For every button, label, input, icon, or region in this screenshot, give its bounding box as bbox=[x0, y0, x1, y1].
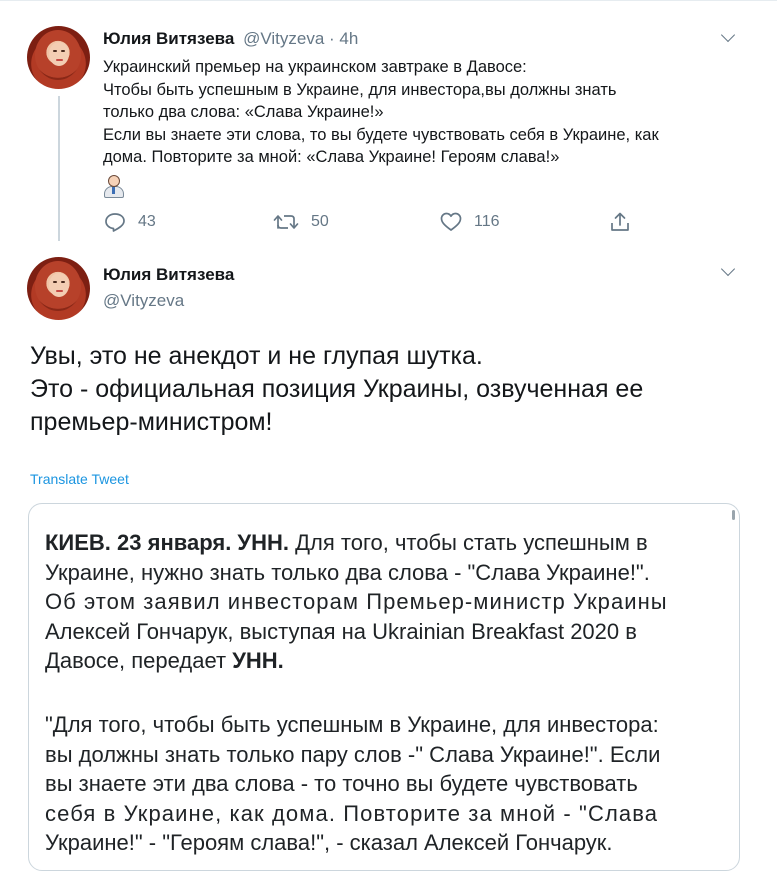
like-count: 116 bbox=[474, 213, 500, 230]
article-line: КИЕВ. 23 января. УНН. Для того, чтобы ст… bbox=[45, 528, 723, 558]
thread-connector bbox=[58, 96, 60, 241]
article-line: вы должны знать только пару слов -" Слав… bbox=[45, 741, 661, 767]
article-line: "Для того, чтобы быть успешным в Украине… bbox=[45, 712, 659, 737]
article-dateline: КИЕВ. 23 января. УНН. bbox=[45, 530, 289, 555]
reply-count: 43 bbox=[138, 213, 156, 230]
tweet2-author-name[interactable]: Юлия Витязева bbox=[103, 265, 234, 285]
tweet-line: Увы, это не анекдот и не глупая шутка. bbox=[30, 342, 483, 370]
article-line: Давосе, передает УНН. bbox=[45, 646, 723, 676]
author-handle-time[interactable]: @Vityzeva · 4h bbox=[243, 29, 358, 48]
chevron-down-icon[interactable] bbox=[720, 27, 736, 43]
article-line: Алексей Гончарук, выступая на Ukrainian … bbox=[45, 618, 637, 644]
tweet1-text: Украинский премьер на украинском завтрак… bbox=[103, 56, 743, 169]
top-divider bbox=[0, 0, 777, 1]
avatar[interactable] bbox=[27, 257, 90, 320]
tweet-line: Украинский премьер на украинском завтрак… bbox=[103, 58, 527, 76]
translate-tweet-link[interactable]: Translate Tweet bbox=[30, 471, 129, 487]
article-text: Для того, чтобы стать успешным в bbox=[295, 530, 648, 555]
like-button[interactable]: 116 bbox=[440, 210, 500, 234]
tweet-line: Это - официальная позиция Украины, озвуч… bbox=[30, 375, 644, 403]
article-text: Давосе, передает bbox=[45, 648, 227, 673]
article-line: вы знаете эти два слова - то точно вы бу… bbox=[45, 771, 638, 796]
tweet2-text: Увы, это не анекдот и не глупая шутка. Э… bbox=[30, 340, 643, 439]
heart-icon bbox=[440, 212, 462, 231]
article-line: Украине, нужно знать только два слова - … bbox=[45, 559, 650, 585]
tweet-line: дома. Повторите за мной: «Слава Украине!… bbox=[103, 148, 560, 166]
author-name[interactable]: Юлия Витязева bbox=[103, 29, 234, 48]
attached-image-card[interactable]: КИЕВ. 23 января. УНН. Для того, чтобы ст… bbox=[28, 503, 740, 871]
retweet-icon bbox=[273, 215, 299, 229]
tweet1-author[interactable]: Юлия Витязева @Vityzeva · 4h bbox=[103, 29, 358, 49]
article-line: Об этом заявил инвесторам Премьер-минист… bbox=[45, 589, 668, 614]
avatar[interactable] bbox=[27, 26, 90, 89]
tweet2-author-handle[interactable]: @Vityzeva bbox=[103, 291, 184, 311]
tweet-line: премьер-министром! bbox=[30, 408, 273, 436]
article-line: Украине!" - "Героям слава!", - сказал Ал… bbox=[45, 830, 613, 855]
tweet-line: только два слова: «Слава Украине!» bbox=[103, 103, 384, 121]
share-icon bbox=[611, 212, 629, 231]
article-paragraph-2: "Для того, чтобы быть успешным в Украине… bbox=[45, 710, 660, 858]
chevron-down-icon[interactable] bbox=[720, 261, 736, 277]
article-source: УНН. bbox=[232, 648, 284, 673]
tweet-line: Чтобы быть успешным в Украине, для инвес… bbox=[103, 80, 617, 99]
article-paragraph-1: КИЕВ. 23 января. УНН. Для того, чтобы ст… bbox=[45, 528, 723, 676]
article-line: себя в Украине, как дома. Повторите за м… bbox=[45, 800, 659, 826]
image-edge-mark bbox=[732, 510, 735, 520]
retweet-button[interactable]: 50 bbox=[273, 210, 329, 234]
man-office-worker-emoji bbox=[103, 175, 124, 198]
reply-icon bbox=[105, 213, 125, 232]
retweet-count: 50 bbox=[311, 213, 329, 230]
share-button[interactable] bbox=[609, 210, 631, 234]
tweet-line: Если вы знаете эти слова, то вы будете ч… bbox=[103, 125, 659, 144]
reply-button[interactable]: 43 bbox=[104, 210, 156, 234]
